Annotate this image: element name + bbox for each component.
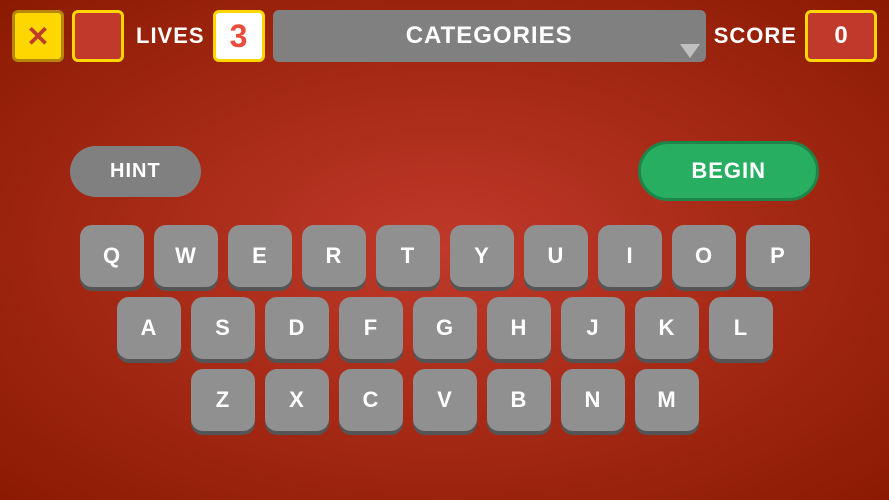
key-s[interactable]: S (191, 297, 255, 359)
key-z[interactable]: Z (191, 369, 255, 431)
key-k[interactable]: K (635, 297, 699, 359)
key-e[interactable]: E (228, 225, 292, 287)
lives-count: 3 (213, 10, 265, 62)
begin-button[interactable]: BEGIN (638, 141, 819, 201)
close-button[interactable]: ✕ (12, 10, 64, 62)
key-q[interactable]: Q (80, 225, 144, 287)
key-i[interactable]: I (598, 225, 662, 287)
score-value: 0 (805, 10, 877, 62)
key-r[interactable]: R (302, 225, 366, 287)
key-n[interactable]: N (561, 369, 625, 431)
score-label: SCORE (714, 23, 797, 49)
key-y[interactable]: Y (450, 225, 514, 287)
key-b[interactable]: B (487, 369, 551, 431)
key-g[interactable]: G (413, 297, 477, 359)
key-c[interactable]: C (339, 369, 403, 431)
categories-button[interactable]: CATEGORIES (273, 10, 706, 62)
categories-label: CATEGORIES (406, 22, 573, 50)
key-f[interactable]: F (339, 297, 403, 359)
flag-box (72, 10, 124, 62)
keyboard: QWERTYUIOP ASDFGHJKL ZXCVBNM (60, 225, 829, 431)
keyboard-row-3: ZXCVBNM (191, 369, 699, 431)
key-w[interactable]: W (154, 225, 218, 287)
key-p[interactable]: P (746, 225, 810, 287)
key-j[interactable]: J (561, 297, 625, 359)
key-d[interactable]: D (265, 297, 329, 359)
key-o[interactable]: O (672, 225, 736, 287)
key-m[interactable]: M (635, 369, 699, 431)
key-v[interactable]: V (413, 369, 477, 431)
key-l[interactable]: L (709, 297, 773, 359)
keyboard-row-2: ASDFGHJKL (117, 297, 773, 359)
close-icon: ✕ (26, 20, 49, 53)
main-area: HINT BEGIN QWERTYUIOP ASDFGHJKL ZXCVBNM (0, 72, 889, 500)
lives-label: LIVES (136, 23, 205, 49)
categories-arrow-icon (680, 44, 700, 58)
key-u[interactable]: U (524, 225, 588, 287)
keyboard-row-1: QWERTYUIOP (80, 225, 810, 287)
key-x[interactable]: X (265, 369, 329, 431)
key-a[interactable]: A (117, 297, 181, 359)
key-t[interactable]: T (376, 225, 440, 287)
action-row: HINT BEGIN (60, 141, 829, 201)
hint-button[interactable]: HINT (70, 146, 201, 197)
key-h[interactable]: H (487, 297, 551, 359)
top-bar: ✕ LIVES 3 CATEGORIES SCORE 0 (0, 0, 889, 72)
